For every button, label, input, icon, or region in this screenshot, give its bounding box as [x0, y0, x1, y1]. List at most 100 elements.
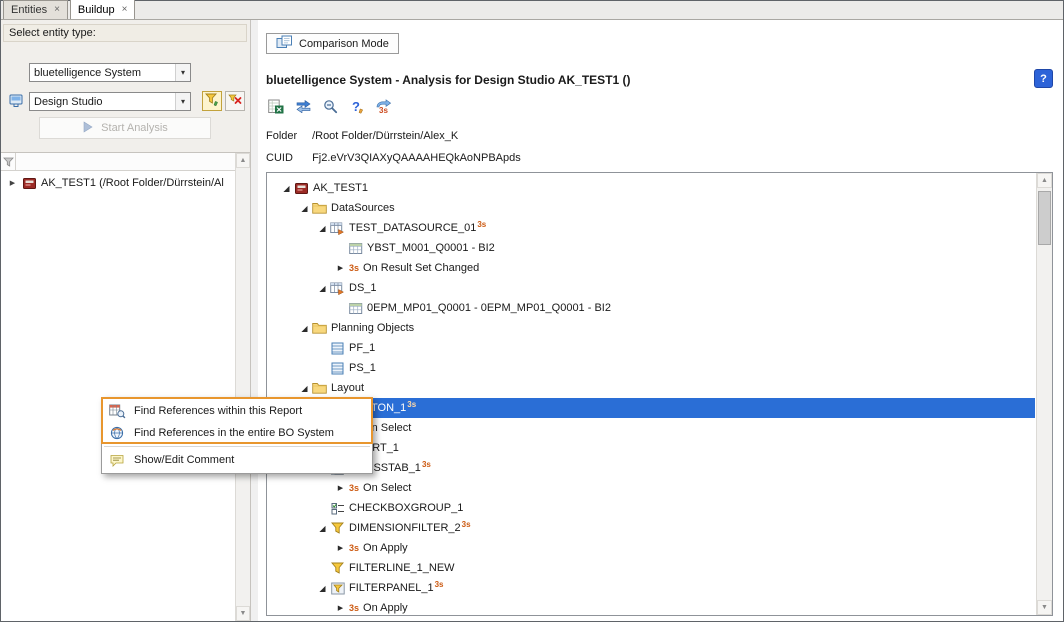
help-button[interactable]: ? [1034, 69, 1053, 88]
tree-row-label: PS_1 [349, 362, 376, 374]
entity-list-item[interactable]: ▶ AK_TEST1 (/Root Folder/Dürrstein/Al [1, 173, 235, 193]
tree-row[interactable]: ▶3sOn Result Set Changed [268, 258, 1035, 278]
tree-row[interactable]: CHECKBOXGROUP_1 [268, 498, 1035, 518]
collapse-icon[interactable]: ◢ [316, 284, 329, 293]
context-menu-item[interactable]: Show/Edit Comment [102, 449, 372, 471]
column-filter-icon[interactable] [1, 153, 16, 170]
scroll-up-icon[interactable]: ▲ [1037, 173, 1052, 188]
scroll-down-icon[interactable]: ▼ [236, 606, 250, 621]
tree-row[interactable]: ◢AK_TEST1 [268, 178, 1035, 198]
system-dropdown[interactable]: bluetelligence System ▾ [29, 63, 191, 82]
system-dropdown-value: bluetelligence System [30, 67, 175, 79]
tree-row-label: DataSources [331, 202, 395, 214]
tree-row[interactable]: ◢DS_1 [268, 278, 1035, 298]
script-count-badge: 3s [435, 580, 444, 589]
tree-row[interactable]: CHART_1 [268, 438, 1035, 458]
context-menu-item[interactable]: Find References within this Report [102, 400, 372, 422]
chevron-down-icon[interactable]: ▾ [175, 64, 190, 81]
context-menu: Find References within this Report Find R… [101, 397, 373, 474]
tree-row[interactable]: ◢TEST_DATASOURCE_013s [268, 218, 1035, 238]
script-count-badge: 3s [422, 460, 431, 469]
context-menu-item[interactable]: Find References in the entire BO System [102, 422, 372, 444]
page-title: bluetelligence System - Analysis for Des… [266, 73, 631, 87]
tab-close-icon[interactable]: × [122, 5, 128, 15]
tree-row[interactable]: FILTERLINE_1_NEW [268, 558, 1035, 578]
list-header [1, 153, 235, 171]
tree-row-label: YBST_M001_Q0001 - BI2 [367, 242, 495, 254]
tree-row-label: TEST_DATASOURCE_01 [349, 222, 476, 234]
tree-row[interactable]: PS_1 [268, 358, 1035, 378]
context-menu-item-label: Find References within this Report [134, 405, 302, 417]
context-menu-item-label: Find References in the entire BO System [134, 427, 334, 439]
collapse-icon[interactable]: ◢ [316, 524, 329, 533]
play-icon [82, 121, 94, 136]
tab-entities[interactable]: Entities × [3, 0, 68, 19]
folder-row: Folder /Root Folder/Dürrstein/Alex_K [266, 130, 458, 142]
datasource-icon [329, 222, 346, 235]
expand-icon[interactable]: ▶ [334, 604, 347, 612]
folder-icon [311, 382, 328, 394]
collapse-icon[interactable]: ◢ [298, 324, 311, 333]
folder-icon [311, 202, 328, 214]
comparison-mode-label: Comparison Mode [299, 38, 389, 50]
collapse-icon[interactable]: ◢ [316, 224, 329, 233]
planning-icon [329, 342, 346, 355]
chevron-down-icon[interactable]: ▾ [175, 93, 190, 110]
tree-scrollbar[interactable]: ▲ ▼ [1036, 173, 1052, 615]
scroll-down-icon[interactable]: ▼ [1037, 600, 1052, 615]
collapse-icon[interactable]: ◢ [298, 384, 311, 393]
transport-icon[interactable] [293, 97, 313, 115]
tree-row[interactable]: ◢BUTTON_13s [268, 398, 1035, 418]
tree-row[interactable]: ◢ Planning Objects [268, 318, 1035, 338]
entity-type-dropdown[interactable]: Design Studio ▾ [29, 92, 191, 111]
tree-row[interactable]: PF_1 [268, 338, 1035, 358]
tree-row-label: On Apply [363, 542, 408, 554]
collapse-icon[interactable]: ◢ [280, 184, 293, 193]
script-3s-badge: 3s [349, 263, 359, 273]
tree-row[interactable]: ▶3sOn Select [268, 478, 1035, 498]
tab-entities-label: Entities [11, 4, 47, 16]
scroll-up-icon[interactable]: ▲ [236, 153, 250, 168]
collapse-icon[interactable]: ◢ [298, 204, 311, 213]
script-3s-badge: 3s [349, 483, 359, 493]
tree-row[interactable]: ◢ Layout [268, 378, 1035, 398]
tree-row[interactable]: ◢ DataSources [268, 198, 1035, 218]
scrollbar-thumb[interactable] [1038, 191, 1051, 245]
expand-icon[interactable]: ▶ [334, 484, 347, 492]
expand-icon[interactable]: ▶ [334, 264, 347, 272]
start-analysis-label: Start Analysis [101, 122, 168, 134]
comparison-mode-button[interactable]: Comparison Mode [266, 33, 399, 54]
zoom-icon[interactable] [320, 97, 340, 115]
excel-export-icon[interactable] [266, 97, 286, 115]
collapse-icon[interactable]: ◢ [316, 584, 329, 593]
tree-row-label: Planning Objects [331, 322, 414, 334]
tree-row[interactable]: 0EPM_MP01_Q0001 - 0EPM_MP01_Q0001 - BI2 [268, 298, 1035, 318]
clear-filter-button[interactable] [225, 91, 245, 111]
table-search-icon [109, 404, 126, 419]
tree-row[interactable]: ▶3sOn Apply [268, 538, 1035, 558]
tree-row[interactable]: ◢DIMENSIONFILTER_23s [268, 518, 1035, 538]
left-scrollbar[interactable]: ▲ ▼ [235, 153, 250, 621]
expand-icon[interactable]: ▶ [7, 179, 18, 187]
planning-icon [329, 362, 346, 375]
tree-row-label: PF_1 [349, 342, 375, 354]
tree-row[interactable]: ▶3sOn Apply [268, 598, 1035, 614]
expand-icon[interactable]: ▶ [334, 544, 347, 552]
tree-rows: ◢AK_TEST1◢DataSources◢TEST_DATASOURCE_01… [268, 174, 1035, 614]
tab-close-icon[interactable]: × [54, 5, 60, 15]
app-red-icon [293, 182, 310, 195]
filter-edit-button[interactable] [202, 91, 222, 111]
tree-row[interactable]: ◢CROSSTAB_13s [268, 458, 1035, 478]
tree-row-label: Layout [331, 382, 364, 394]
panel-splitter[interactable] [251, 20, 258, 621]
menu-separator [104, 446, 370, 447]
tree-row[interactable]: ▶3sOn Select [268, 418, 1035, 438]
script-3s-icon[interactable]: 3s [374, 97, 394, 115]
tab-buildup[interactable]: Buildup × [70, 0, 136, 19]
cuid-label: CUID [266, 152, 309, 164]
tree-row[interactable]: ◢FILTERPANEL_13s [268, 578, 1035, 598]
help-edit-icon[interactable]: ? [347, 97, 367, 115]
tree-row[interactable]: YBST_M001_Q0001 - BI2 [268, 238, 1035, 258]
analysis-toolbar: ? 3s [266, 96, 394, 116]
start-analysis-button[interactable]: Start Analysis [39, 117, 211, 139]
